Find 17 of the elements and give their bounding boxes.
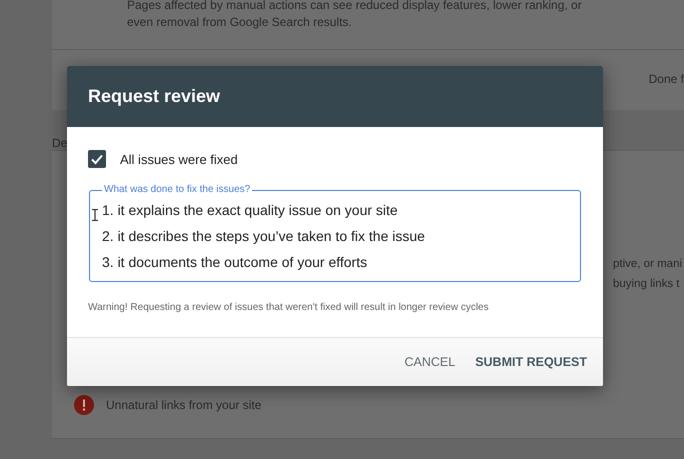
issue-description: ptive, or mani: [613, 257, 682, 272]
status-text: Done f: [648, 72, 684, 86]
checkbox[interactable]: [88, 150, 106, 168]
answer-field[interactable]: What was done to fix the issues? 1. it explains the exact quality issue on your site 2. it describes the steps you’ve taken to fix the issue 3. it documents the outcome of your efforts: [89, 185, 581, 282]
dialog-title: Request review: [88, 86, 220, 107]
description-text: Pages affected by manual actions can see reduced display features, lower ranking, or: [127, 0, 583, 14]
issue-description: buying links t: [613, 277, 680, 292]
text-cursor-icon: [92, 209, 98, 221]
checkbox-label: All issues were fixed: [120, 152, 238, 166]
answer-box[interactable]: 1. it explains the exact quality issue on your site 2. it describes the steps you’ve taken to fix the issue 3. it documents the outcome of your efforts: [102, 197, 580, 277]
cancel-button[interactable]: CANCEL: [396, 347, 464, 377]
section-heading: De: [52, 136, 68, 150]
error-icon: [74, 395, 94, 415]
description-text: even removal from Google Search results.: [127, 14, 353, 31]
field-label: What was done to fix the issues?: [103, 185, 252, 195]
submit-button[interactable]: SUBMIT REQUEST: [467, 347, 595, 377]
warning-text: Warning! Requesting a review of issues that weren't fixed will result in longer review cycles: [88, 301, 490, 315]
